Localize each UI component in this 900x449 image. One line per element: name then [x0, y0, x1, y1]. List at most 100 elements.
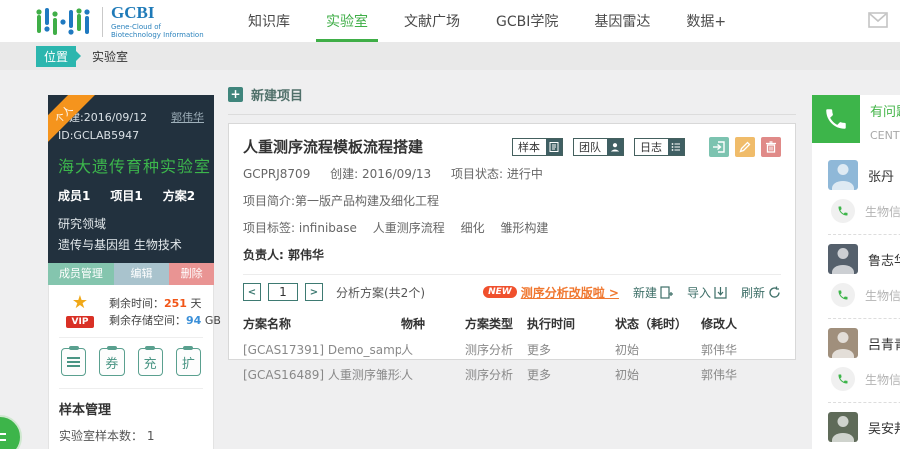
- lab-sidebar: 个人 创建:2016/09/12 郭伟华 ID:GCLAB5947 海大遗传育种…: [48, 95, 221, 449]
- project-id: GCPRJ8709: [243, 167, 311, 181]
- project-created: 创建: 2016/09/13: [330, 167, 432, 181]
- project-tag: 细化: [460, 221, 485, 235]
- consultant-desc: 生物信息学: [865, 204, 900, 219]
- vip-quota: 剩余时间：251 天 剩余存储空间：94 GB: [109, 297, 221, 327]
- consultant-list: 张丹 生物信息学 鲁志华 生物信息学 吕青青 生物信息学 吴安邦 生物信息学 赵…: [812, 143, 900, 449]
- project-tag: 雏形构建: [500, 221, 549, 235]
- import-plan-button[interactable]: 导入: [687, 284, 727, 301]
- exec-time-more-link[interactable]: 更多: [527, 362, 615, 387]
- menu-lines-icon: [0, 433, 6, 441]
- consultant-desc: 生物信息学: [865, 372, 900, 387]
- lab-stats: 成员1 项目1 方案2: [58, 187, 204, 204]
- plan-table-header: 方案名称 物种 方案类型 执行时间 状态（耗时） 修改人: [243, 317, 738, 331]
- trash-icon: [766, 140, 776, 153]
- delete-project-button[interactable]: [761, 136, 781, 157]
- project-status: 项目状态: 进行中: [451, 167, 543, 181]
- avatar: [828, 160, 858, 190]
- call-button[interactable]: [831, 367, 855, 391]
- top-header: GCBI Gene-Cloud of Biotechnology Informa…: [0, 0, 900, 42]
- nav-gene-radar[interactable]: 基因雷达: [584, 0, 660, 42]
- log-button[interactable]: 日志: [634, 137, 685, 156]
- vip-badge: ★ VIP: [59, 291, 101, 328]
- expand-icon[interactable]: 扩: [175, 346, 201, 376]
- phone-icon: [838, 290, 848, 300]
- sample-button[interactable]: 样本: [512, 137, 563, 156]
- coupon-icon[interactable]: 券: [99, 346, 125, 376]
- create-plan-button[interactable]: 新建: [633, 284, 673, 301]
- logo-subtitle: Gene-Cloud of Biotechnology Information: [111, 23, 204, 39]
- research-field-label: 研究领域: [58, 217, 107, 231]
- new-badge: NEW: [483, 286, 517, 298]
- nav-gcbi-academy[interactable]: GCBI学院: [486, 0, 568, 42]
- vip-star-icon: ★: [71, 291, 89, 313]
- nav-literature-plaza[interactable]: 文献广场: [394, 0, 470, 42]
- gcbi-logo[interactable]: GCBI Gene-Cloud of Biotechnology Informa…: [34, 3, 204, 41]
- new-doc-icon: [660, 285, 673, 299]
- consultant-desc: 生物信息学: [865, 288, 900, 303]
- table-row: [GCAS16489] 人重测序雏形构建 人 测序分析 更多 初始 郭伟华: [243, 362, 781, 387]
- lab-id: ID:GCLAB5947: [58, 129, 140, 142]
- help-subtitle: CENTER 服: [870, 129, 900, 142]
- project-title[interactable]: 人重测序流程模板流程搭建: [243, 136, 423, 157]
- phone-icon: [838, 206, 848, 216]
- dna-logo-icon: [36, 8, 90, 35]
- page-number-box[interactable]: 1: [268, 283, 298, 301]
- next-page-button[interactable]: >: [305, 283, 323, 301]
- nav-knowledge-base[interactable]: 知识库: [238, 0, 300, 42]
- refresh-icon: [769, 286, 780, 298]
- call-button[interactable]: [831, 199, 855, 223]
- delete-lab-tab[interactable]: 删除: [169, 263, 214, 285]
- enter-icon: [713, 140, 725, 153]
- member-management-tab[interactable]: 成员管理: [48, 263, 114, 285]
- prev-page-button[interactable]: <: [243, 283, 261, 301]
- avatar: [828, 412, 858, 442]
- plan-name-link[interactable]: [GCAS17391] Demo_sample1_20...: [243, 337, 401, 362]
- enter-project-button[interactable]: [709, 136, 729, 157]
- plan-name-link[interactable]: [GCAS16489] 人重测序雏形构建: [243, 362, 401, 387]
- new-project-button[interactable]: + 新建项目: [228, 85, 796, 115]
- nav-laboratory[interactable]: 实验室: [316, 0, 378, 42]
- quick-actions: 券 充 扩: [59, 338, 203, 389]
- logo-title: GCBI: [111, 3, 155, 22]
- project-owner: 负责人: 郭伟华: [243, 248, 324, 262]
- location-badge: 位置: [36, 45, 82, 67]
- plan-count-label: 分析方案(共2个): [336, 285, 425, 300]
- sidebar-body: ★ VIP 剩余时间：251 天 剩余存储空间：94 GB 券 充 扩 样本管理…: [48, 285, 221, 449]
- recharge-icon[interactable]: 充: [137, 346, 163, 376]
- stat-plans[interactable]: 方案2: [163, 187, 195, 204]
- lab-sample-count: 实验室样本数： 1: [59, 429, 155, 443]
- call-button[interactable]: [831, 283, 855, 307]
- help-panel: 有问题？ CENTER 服 张丹 生物信息学 鲁志华 生物信息学 吕青青 生物信…: [812, 95, 900, 449]
- exec-time-more-link[interactable]: 更多: [527, 337, 615, 362]
- sample-management-title: 样本管理: [59, 403, 112, 418]
- sequencing-promo-link[interactable]: 测序分析改版啦 >: [521, 284, 619, 301]
- list-item: 鲁志华 生物信息学: [828, 235, 900, 319]
- consultant-name: 吴安邦: [868, 421, 900, 437]
- phone-button[interactable]: [812, 95, 860, 143]
- lab-owner-link[interactable]: 郭伟华: [171, 109, 204, 125]
- list-item: 张丹 生物信息学: [828, 151, 900, 235]
- team-button[interactable]: 团队: [573, 137, 624, 156]
- mail-icon[interactable]: [868, 12, 888, 28]
- avatar: [828, 328, 858, 358]
- refresh-button[interactable]: 刷新: [741, 284, 781, 301]
- nav-data-plus[interactable]: 数据+: [676, 0, 736, 42]
- side-float-button[interactable]: [0, 415, 22, 449]
- lab-info-card: 个人 创建:2016/09/12 郭伟华 ID:GCLAB5947 海大遗传育种…: [48, 95, 214, 285]
- breadcrumb-current[interactable]: 实验室: [92, 48, 128, 65]
- stat-members[interactable]: 成员1: [58, 187, 90, 204]
- stat-projects[interactable]: 项目1: [110, 187, 142, 204]
- edit-lab-tab[interactable]: 编辑: [113, 263, 170, 285]
- project-meta-line: GCPRJ8709 创建: 2016/09/13 项目状态: 进行中: [243, 165, 781, 184]
- list-icon: [668, 138, 684, 155]
- bill-list-icon[interactable]: [61, 346, 87, 376]
- edit-project-button[interactable]: [735, 136, 755, 157]
- list-item: 吴安邦 生物信息学: [828, 403, 900, 449]
- remaining-days: 251: [164, 297, 187, 310]
- plus-icon: +: [228, 87, 243, 102]
- main-nav: 知识库 实验室 文献广场 GCBI学院 基因雷达 数据+: [238, 0, 752, 42]
- table-row: [GCAS17391] Demo_sample1_20... 人 测序分析 更多…: [243, 337, 781, 362]
- plan-toolbar: < 1 > 分析方案(共2个) NEW 测序分析改版啦 > 新建 导入 刷新: [243, 274, 781, 307]
- project-tag: 人重测序流程: [372, 221, 445, 235]
- list-item: 吕青青 生物信息学: [828, 319, 900, 403]
